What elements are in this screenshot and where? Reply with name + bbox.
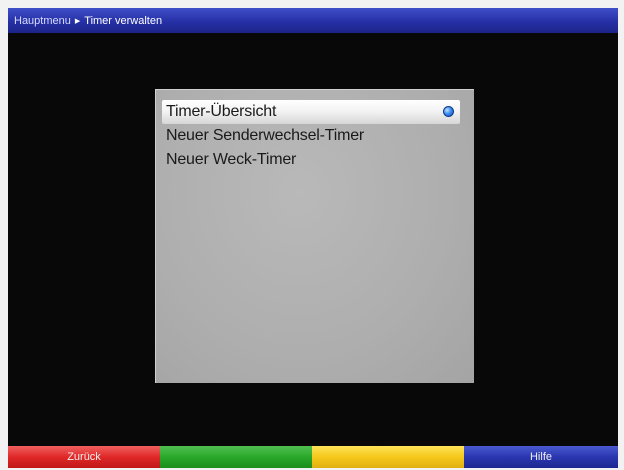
tv-screen: Hauptmenu ▶ Timer verwalten Timer-Übersi… xyxy=(8,8,618,468)
menu-item-label: Timer-Übersicht xyxy=(166,103,277,120)
menu-item-label: Neuer Weck-Timer xyxy=(166,151,297,168)
triangle-right-icon: ▶ xyxy=(74,18,81,25)
menu-list: Timer-Übersicht Neuer Senderwechsel-Time… xyxy=(156,100,474,172)
title-bar: Hauptmenu ▶ Timer verwalten xyxy=(8,8,618,33)
red-key-back-button[interactable]: Zurück xyxy=(8,446,160,468)
breadcrumb-item-timer-management: Timer verwalten xyxy=(84,15,163,27)
menu-item-label: Neuer Senderwechsel-Timer xyxy=(166,127,365,144)
ok-bullet-icon xyxy=(443,106,454,117)
menu-item-timer-overview[interactable]: Timer-Übersicht xyxy=(162,100,460,124)
breadcrumb: Hauptmenu ▶ Timer verwalten xyxy=(14,13,162,29)
color-key-bar: Zurück Hilfe xyxy=(8,446,618,468)
breadcrumb-item-main-menu[interactable]: Hauptmenu xyxy=(14,15,71,27)
menu-item-new-wake-timer[interactable]: Neuer Weck-Timer xyxy=(156,148,474,172)
green-key-button[interactable] xyxy=(160,446,312,468)
menu-item-new-channel-change-timer[interactable]: Neuer Senderwechsel-Timer xyxy=(156,124,474,148)
menu-panel: Timer-Übersicht Neuer Senderwechsel-Time… xyxy=(155,89,474,383)
yellow-key-button[interactable] xyxy=(312,446,464,468)
blue-key-help-button[interactable]: Hilfe xyxy=(464,446,618,468)
